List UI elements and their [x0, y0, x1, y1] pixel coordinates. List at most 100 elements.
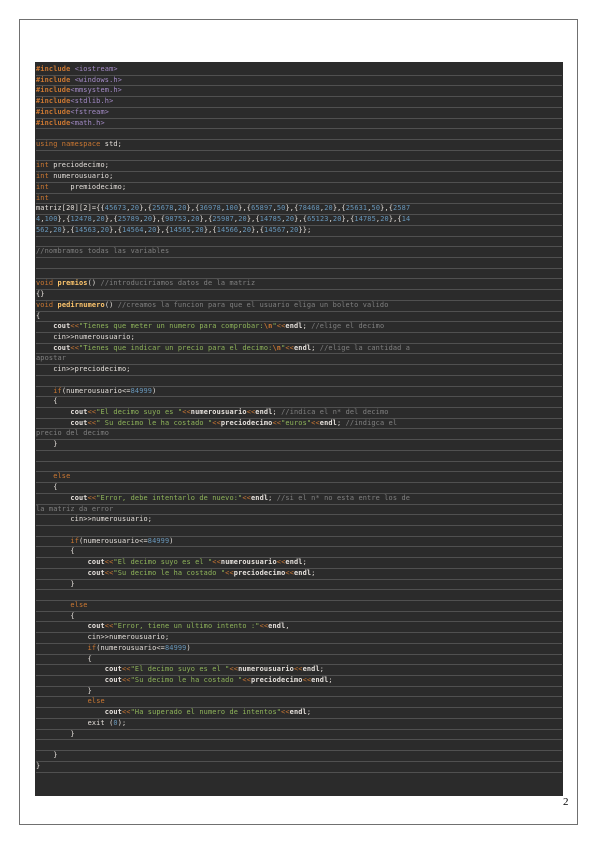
code-token: endl [268, 622, 286, 631]
code-token: "El decimo suyo es el " [113, 558, 213, 567]
code-token: #include [36, 107, 71, 116]
code-token: (numerousuario<= [96, 643, 165, 652]
code-token: << [281, 708, 290, 717]
code-token: cout [87, 558, 105, 567]
code-token: << [242, 676, 251, 685]
code-token: #include [36, 75, 71, 84]
code-token: else [87, 697, 105, 706]
code-token: } [36, 751, 58, 760]
code-token: },{ [341, 215, 355, 224]
code-token: { [36, 654, 92, 663]
code-token: 20 [195, 225, 204, 234]
code-token: << [285, 568, 294, 577]
code-token: },{ [156, 225, 170, 234]
code-token: << [70, 322, 80, 331]
code-token: precio del decimo [36, 429, 110, 438]
code-token: 36978 [199, 204, 221, 213]
code-token: preciodecimo [250, 676, 303, 685]
code-token: "Error, debe intentarlo de nuevo:" [96, 493, 243, 502]
code-token: //indica el n* del decimo [281, 408, 389, 417]
code-token: },{ [380, 204, 394, 213]
code-token: 84999 [147, 536, 170, 545]
code-token: 65123 [307, 215, 329, 224]
code-token: cout [70, 493, 88, 502]
code-token: cin>>preciodecimo; [36, 365, 131, 374]
code-token: endl [293, 343, 312, 352]
code-token: ; [302, 558, 307, 567]
code-token: 14563 [74, 225, 97, 234]
code-token: << [87, 408, 97, 417]
code-token: int [36, 193, 49, 202]
code-token: using namespace [36, 140, 101, 149]
code-token: 562 [36, 225, 49, 234]
code-token: cout [104, 708, 122, 717]
code-token: ) [186, 643, 191, 652]
code-token: numerousuario [190, 408, 247, 417]
code-token: 20 [380, 215, 389, 224]
code-token: ; [328, 676, 333, 685]
code-token: if [53, 386, 62, 395]
code-token: preciodecimo [233, 568, 286, 577]
code-token: <fstream> [70, 107, 110, 116]
code-token: cout [104, 665, 122, 674]
code-token: },{ [199, 215, 213, 224]
code-token: std; [100, 140, 122, 149]
code-token: 25789 [117, 215, 140, 224]
code-token: premios [57, 279, 88, 288]
code-token: <iostream> [74, 65, 118, 73]
code-token: (numerousuario<= [61, 386, 131, 395]
code-token: 20 [53, 225, 62, 234]
code-token: //introduciriamos datos de la matriz [100, 279, 256, 288]
code-token: },{ [388, 215, 402, 224]
code-token: 12478 [70, 215, 92, 224]
code-token: << [285, 343, 294, 352]
code-token: << [242, 493, 251, 502]
code-token: "Error, tiene un ultimo intento :" [113, 622, 260, 631]
code-token: endl [311, 676, 329, 685]
code-token: exit ( [36, 718, 114, 727]
code-token: endl [319, 418, 337, 427]
code-token: },{ [238, 204, 252, 213]
code-token: 20 [238, 215, 247, 224]
code-token: numerousuario [238, 665, 294, 674]
code-token: 14 [401, 215, 411, 224]
code-token: },{ [203, 225, 217, 234]
code-token: () [87, 279, 101, 288]
code-token: 65897 [251, 204, 273, 213]
code-token: pedirnumero [57, 300, 105, 309]
code-token: ; [306, 708, 312, 717]
code-token: if [70, 536, 79, 545]
code-token: 20 [130, 204, 140, 213]
code-token: void [36, 279, 54, 288]
code-token: cout [53, 343, 71, 352]
code-token: 25631 [345, 204, 368, 213]
code-token: { [36, 397, 58, 406]
code-token: {} [36, 290, 45, 299]
code-token: 14567 [264, 225, 286, 234]
code-token: ; [311, 568, 316, 577]
code-token: endl [289, 708, 307, 717]
code-token: 84999 [130, 386, 153, 395]
code-token: numerousuario; [48, 172, 114, 181]
code-token: ; [336, 418, 346, 427]
code-token: },{ [139, 204, 153, 213]
code-token: 20 [332, 215, 342, 224]
code-token: int [36, 172, 49, 181]
code-token: else [53, 472, 71, 481]
code-token: 14785 [259, 215, 282, 224]
code-token: << [272, 418, 282, 427]
code-token: << [212, 418, 221, 427]
code-token: << [121, 676, 131, 685]
code-token: cout [70, 418, 88, 427]
code-token: ; [272, 408, 282, 417]
code-token: <math.h> [70, 118, 105, 127]
